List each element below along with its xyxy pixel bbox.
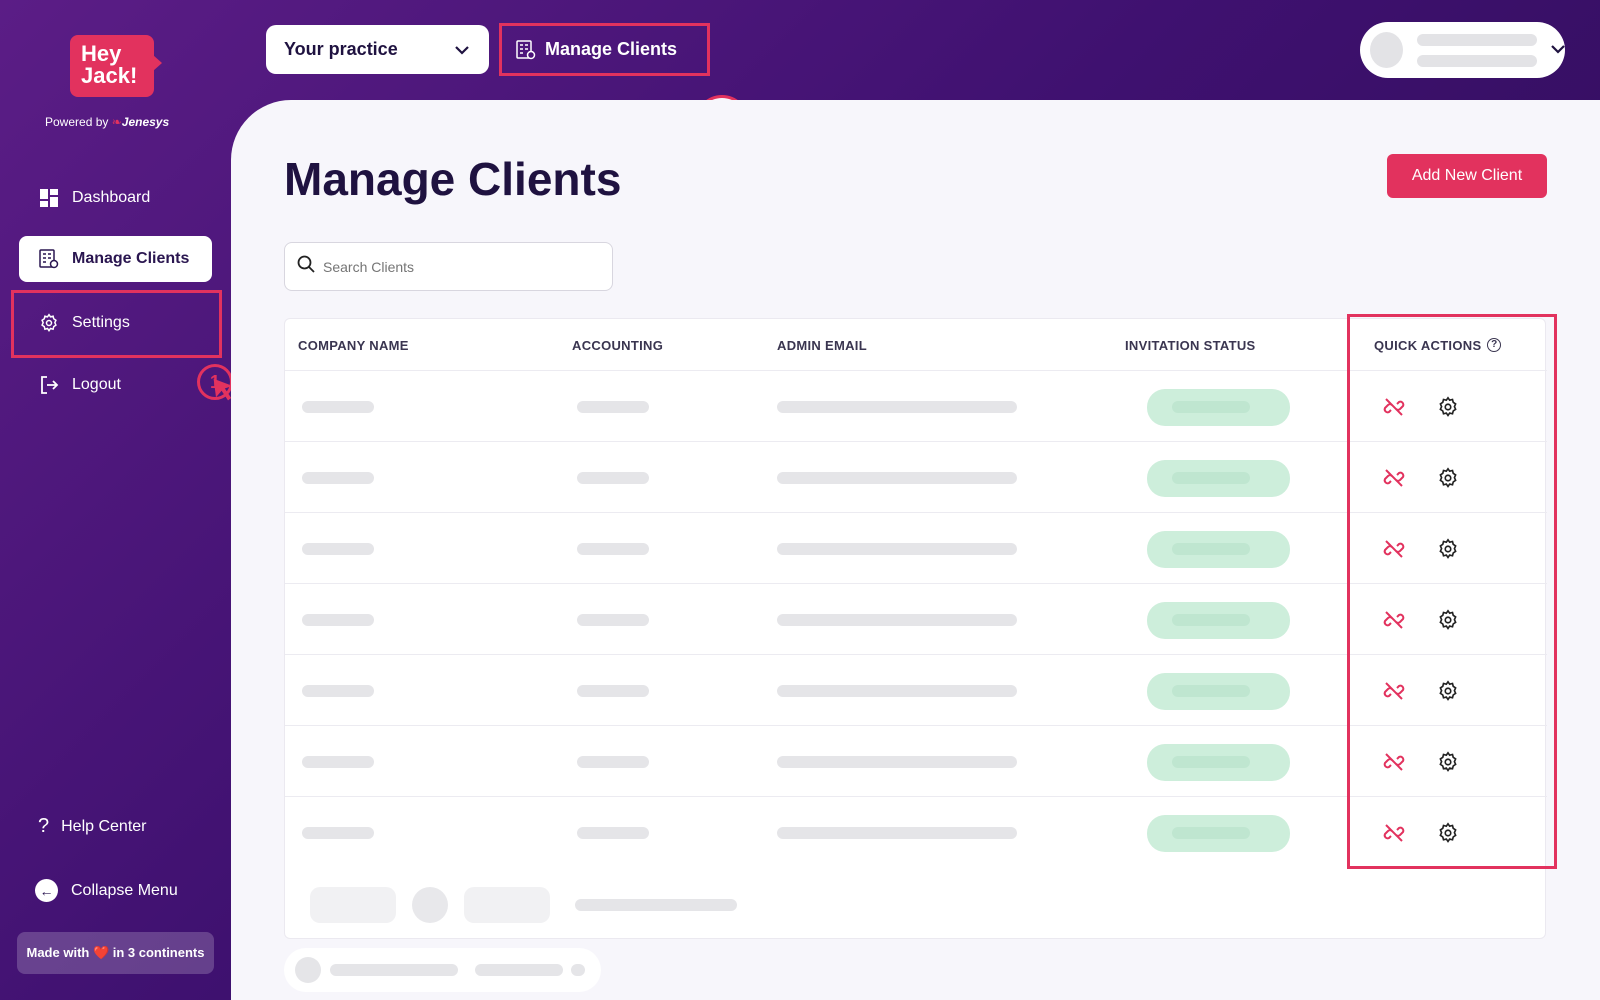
collapse-menu-button[interactable]: ← Collapse Menu (35, 879, 178, 902)
search-icon (297, 255, 315, 278)
accounting-placeholder (577, 543, 649, 555)
sidebar-item-logout[interactable]: Logout (19, 362, 212, 408)
arrow-left-circle-icon: ← (35, 879, 58, 902)
admin-email-placeholder (777, 401, 1017, 413)
admin-email-placeholder (777, 685, 1017, 697)
accounting-placeholder (577, 614, 649, 626)
powered-by-label: Powered by (45, 115, 109, 129)
column-header-accounting[interactable]: ACCOUNTING (572, 338, 663, 353)
search-box[interactable] (284, 242, 613, 291)
help-center-label: Help Center (61, 817, 147, 835)
pagination-placeholder (464, 887, 550, 923)
jenesys-logo-icon: ❧ (111, 115, 122, 129)
sidebar-item-manage-clients[interactable]: Manage Clients (19, 236, 212, 282)
pagination-placeholder (412, 887, 448, 923)
avatar (1370, 32, 1403, 68)
topbar-manage-clients-label: Manage Clients (545, 39, 678, 59)
accounting-placeholder (577, 401, 649, 413)
powered-brand: Jenesys (121, 115, 170, 129)
highlight-settings (11, 290, 222, 358)
accounting-placeholder (577, 827, 649, 839)
company-name-placeholder (302, 401, 374, 413)
logo-line-2: Jack! (81, 63, 138, 88)
clients-icon (39, 249, 59, 269)
status-badge (1147, 673, 1290, 710)
status-badge (1147, 389, 1290, 426)
user-menu[interactable] (1360, 22, 1565, 78)
column-header-admin-email[interactable]: ADMIN EMAIL (777, 338, 867, 353)
page-title: Manage Clients (284, 153, 622, 205)
status-badge (1147, 531, 1290, 568)
logo-line-1: Hey (81, 41, 122, 66)
admin-email-placeholder (777, 756, 1017, 768)
company-name-placeholder (302, 827, 374, 839)
status-badge (1147, 460, 1290, 497)
clients-icon (516, 39, 536, 60)
admin-email-placeholder (777, 543, 1017, 555)
topbar-manage-clients[interactable]: Manage Clients (499, 23, 710, 76)
practice-select-value: Your practice (284, 39, 398, 59)
admin-email-placeholder (777, 614, 1017, 626)
help-center-link[interactable]: ? Help Center (38, 815, 147, 838)
user-name-placeholder (1417, 33, 1537, 67)
admin-email-placeholder (777, 472, 1017, 484)
company-name-placeholder (302, 543, 374, 555)
company-name-placeholder (302, 685, 374, 697)
chevron-down-icon (455, 39, 469, 60)
sidebar-item-label: Manage Clients (72, 250, 190, 267)
sidebar: Hey Jack! Powered by ❧Jenesys Dashboard … (0, 0, 233, 1000)
question-icon: ? (38, 815, 50, 837)
status-badge (1147, 744, 1290, 781)
powered-by: Powered by ❧Jenesys (45, 115, 169, 129)
made-with-badge: Made with ❤️ in 3 continents (17, 932, 214, 974)
accounting-placeholder (577, 685, 649, 697)
logout-icon (39, 375, 59, 395)
hey-jack-logo[interactable]: Hey Jack! (70, 35, 162, 97)
highlight-quick-actions (1347, 314, 1557, 869)
admin-email-placeholder (777, 827, 1017, 839)
sidebar-item-label: Logout (72, 376, 121, 393)
company-name-placeholder (302, 614, 374, 626)
sidebar-item-label: Dashboard (72, 189, 151, 206)
made-with-label: Made with ❤️ in 3 continents (26, 945, 205, 960)
accounting-placeholder (577, 472, 649, 484)
status-badge (1147, 602, 1290, 639)
search-input[interactable] (323, 258, 583, 275)
pagination-placeholder (310, 887, 396, 923)
accounting-placeholder (577, 756, 649, 768)
company-name-placeholder (302, 472, 374, 484)
status-badge (1147, 815, 1290, 852)
sidebar-item-dashboard[interactable]: Dashboard (19, 175, 212, 221)
chevron-down-icon (1551, 41, 1565, 59)
company-name-placeholder (302, 756, 374, 768)
collapse-menu-label: Collapse Menu (71, 881, 178, 899)
practice-select[interactable]: Your practice (266, 25, 489, 74)
pagination-placeholder (575, 899, 737, 911)
footer-placeholder (284, 948, 601, 992)
column-header-company[interactable]: COMPANY NAME (298, 338, 409, 353)
dashboard-icon (39, 188, 59, 208)
add-new-client-button[interactable]: Add New Client (1387, 154, 1547, 198)
column-header-invitation-status[interactable]: INVITATION STATUS (1125, 338, 1256, 353)
